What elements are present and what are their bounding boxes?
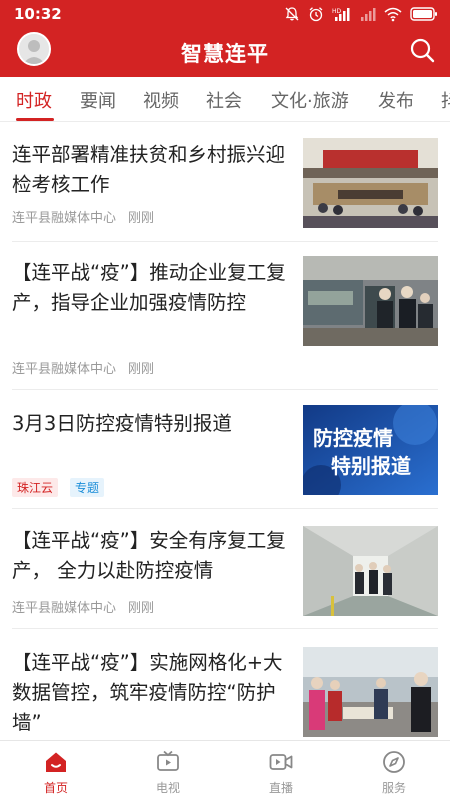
compass-icon — [383, 751, 405, 773]
news-thumbnail — [303, 647, 438, 737]
news-source: 连平县融媒体中心 — [12, 362, 117, 377]
app-title: 智慧连平 — [181, 42, 269, 66]
nav-tv[interactable]: 电视 — [112, 741, 224, 800]
live-camera-icon — [269, 754, 293, 770]
thumb-text-line-2: 特别报道 — [331, 454, 411, 478]
tab-shehui[interactable]: 社会 — [206, 87, 242, 113]
status-icons: HD — [284, 6, 438, 22]
status-time: 10:32 — [14, 5, 62, 23]
tab-shizheng[interactable]: 时政 — [16, 87, 52, 113]
tab-yaowen[interactable]: 要闻 — [80, 87, 116, 113]
news-meta: 连平县融媒体中心 刚刚 — [12, 207, 154, 226]
news-source: 连平县融媒体中心 — [12, 601, 117, 616]
nav-home[interactable]: 首页 — [0, 741, 112, 800]
news-thumbnail: 防控疫情 特别报道 — [303, 405, 438, 495]
news-meta: 连平县融媒体中心 刚刚 — [12, 358, 154, 377]
news-item[interactable]: 【连平战“疫”】安全有序复工复产， 全力以赴防控疫情 连平县融媒体中心 刚刚 — [12, 509, 438, 629]
news-title: 【连平战“疫”】安全有序复工复产， 全力以赴防控疫情 — [12, 529, 286, 582]
battery-icon — [410, 7, 437, 21]
news-thumbnail — [303, 256, 438, 346]
news-item[interactable]: 连平部署精准扶贫和乡村振兴迎检考核工作 连平县融媒体中心 刚刚 — [12, 123, 438, 242]
app-root: 10:32 HD 智慧连平 时政 要闻 视频 社会 文化·旅游 发布 连平部署精… — [0, 0, 450, 800]
hd-signal-icon: HD — [332, 8, 350, 21]
news-tags: 珠江云 专题 — [12, 478, 105, 497]
news-meta: 连平县融媒体中心 刚刚 — [12, 597, 154, 616]
nav-live[interactable]: 直播 — [225, 741, 337, 800]
nav-tv-label: 电视 — [155, 781, 180, 795]
news-thumbnail — [303, 526, 438, 616]
active-tab-indicator — [16, 118, 54, 121]
news-item[interactable]: 【连平战“疫”】实施网格化+大数据管控，筑牢疫情防控“防护墙” — [12, 629, 438, 740]
news-title: 【连平战“疫”】推动企业复工复产，指导企业加强疫情防控 — [12, 261, 286, 314]
tab-wenhua-lvyou[interactable]: 文化·旅游 — [271, 87, 349, 113]
news-title: 【连平战“疫”】实施网格化+大数据管控，筑牢疫情防控“防护墙” — [12, 651, 283, 734]
nav-home-label: 首页 — [43, 781, 68, 795]
home-icon — [46, 752, 66, 772]
tag-zhuanti: 专题 — [70, 478, 105, 497]
tab-dou[interactable]: 抖 — [441, 87, 450, 113]
nav-services[interactable]: 服务 — [338, 741, 450, 800]
tab-shipin[interactable]: 视频 — [143, 87, 179, 113]
bottom-navigation: 首页 电视 直播 服务 — [0, 740, 450, 800]
news-time: 刚刚 — [128, 211, 155, 226]
search-icon — [410, 38, 435, 63]
tv-icon — [157, 750, 179, 771]
news-title: 连平部署精准扶贫和乡村振兴迎检考核工作 — [12, 143, 286, 196]
nav-live-label: 直播 — [268, 781, 293, 795]
thumb-text-line-1: 防控疫情 — [313, 426, 393, 450]
signal-icon — [361, 8, 376, 21]
category-tabs: 时政 要闻 视频 社会 文化·旅游 发布 抖 — [0, 77, 450, 122]
news-item[interactable]: 【连平战“疫”】推动企业复工复产，指导企业加强疫情防控 连平县融媒体中心 刚刚 — [12, 242, 438, 390]
svg-text:HD: HD — [332, 8, 342, 15]
news-thumbnail — [303, 138, 438, 228]
news-title: 3月3日防控疫情特别报道 — [12, 412, 232, 435]
status-bar: 10:32 HD — [0, 0, 450, 28]
title-bar: 智慧连平 — [0, 28, 450, 77]
nav-services-label: 服务 — [381, 781, 406, 795]
news-time: 刚刚 — [128, 362, 155, 377]
wifi-icon — [384, 7, 402, 22]
news-feed: 连平部署精准扶贫和乡村振兴迎检考核工作 连平县融媒体中心 刚刚 【连平战“疫”】… — [0, 123, 450, 740]
news-time: 刚刚 — [128, 601, 155, 616]
mute-bell-icon — [285, 7, 299, 21]
alarm-icon — [309, 7, 323, 22]
tab-fabu[interactable]: 发布 — [378, 87, 414, 113]
news-source: 连平县融媒体中心 — [12, 211, 117, 226]
app-header: 10:32 HD 智慧连平 — [0, 0, 450, 77]
search-button[interactable] — [408, 36, 436, 64]
tag-zhujiangyun: 珠江云 — [12, 478, 59, 497]
news-item[interactable]: 3月3日防控疫情特别报道 珠江云 专题 防控疫情 特别报道 — [12, 390, 438, 509]
